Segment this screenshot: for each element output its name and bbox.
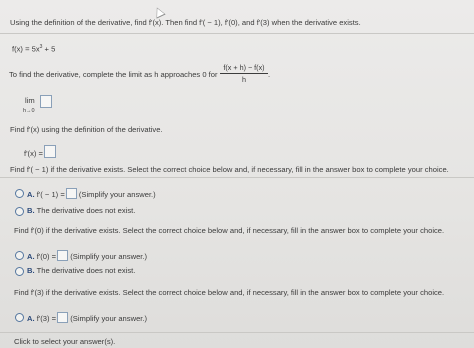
q2-option-a-radio[interactable] [15,251,24,260]
q2-option-b-radio[interactable] [15,267,24,276]
q2-option-a-expr: f'(0) = [36,252,57,261]
q2-option-a-letter: A. [27,252,35,261]
q3-answer-box[interactable] [57,312,69,323]
q1-option-a-letter: A. [27,190,35,199]
q2-option-a-hint: (Simplify your answer.) [70,252,148,261]
q2-prompt: Find f'(0) if the derivative exists. Sel… [14,226,445,235]
function-definition: f(x) = 5x3 + 5 [12,42,55,55]
fx-answer-box[interactable] [43,145,56,158]
q3-option-a-expr: f'(3) = [36,314,57,323]
divider [0,332,474,333]
divider [0,33,474,34]
find-fx-prompt: Find f'(x) using the definition of the d… [10,125,163,134]
q2-option-b-text: The derivative does not exist. [36,266,136,275]
q2-option-a[interactable]: A. f'(0) = (Simplify your answer.) [27,250,147,262]
lim-subscript: h→0 [23,108,35,114]
limit-prompt: To find the derivative, complete the lim… [9,70,218,79]
q1-option-b-letter: B. [27,206,35,215]
q3-option-a[interactable]: A. f'(3) = (Simplify your answer.) [27,312,147,324]
q1-option-b-radio[interactable] [15,207,24,216]
q2-answer-box[interactable] [57,250,69,261]
limit-numerator: f(x + h) − f(x) [223,63,265,72]
q1-option-a-radio[interactable] [15,189,24,198]
q1-option-a[interactable]: A. f'( − 1) = (Simplify your answer.) [27,188,156,200]
limit-denominator: h [242,75,246,84]
lim-word: lim [25,96,35,105]
function-base: f(x) = 5x [12,44,40,54]
q3-option-a-hint: (Simplify your answer.) [70,314,148,323]
q3-option-a-letter: A. [27,314,35,323]
limit-period: . [268,70,271,79]
q1-answer-box[interactable] [65,188,77,199]
limit-answer-box[interactable] [40,95,52,108]
q1-prompt: Find f'( − 1) if the derivative exists. … [10,165,449,174]
intro-text: Using the definition of the derivative, … [10,18,361,27]
q1-option-a-hint: (Simplify your answer.) [78,190,156,199]
q2-option-b-letter: B. [27,266,35,275]
footer-instruction: Click to select your answer(s). [14,337,116,346]
function-tail: + 5 [42,44,56,54]
divider [0,177,474,178]
q3-option-a-radio[interactable] [15,313,24,322]
q2-option-b[interactable]: B. The derivative does not exist. [27,266,135,276]
q1-option-a-expr: f'( − 1) = [36,190,65,199]
fraction-bar [220,73,268,74]
q3-prompt: Find f'(3) if the derivative exists. Sel… [14,288,445,297]
q1-option-b-text: The derivative does not exist. [36,206,136,215]
fx-label: f'(x) = [24,149,43,158]
q1-option-b[interactable]: B. The derivative does not exist. [27,206,135,216]
fx-answer-row: f'(x) = [24,145,56,159]
